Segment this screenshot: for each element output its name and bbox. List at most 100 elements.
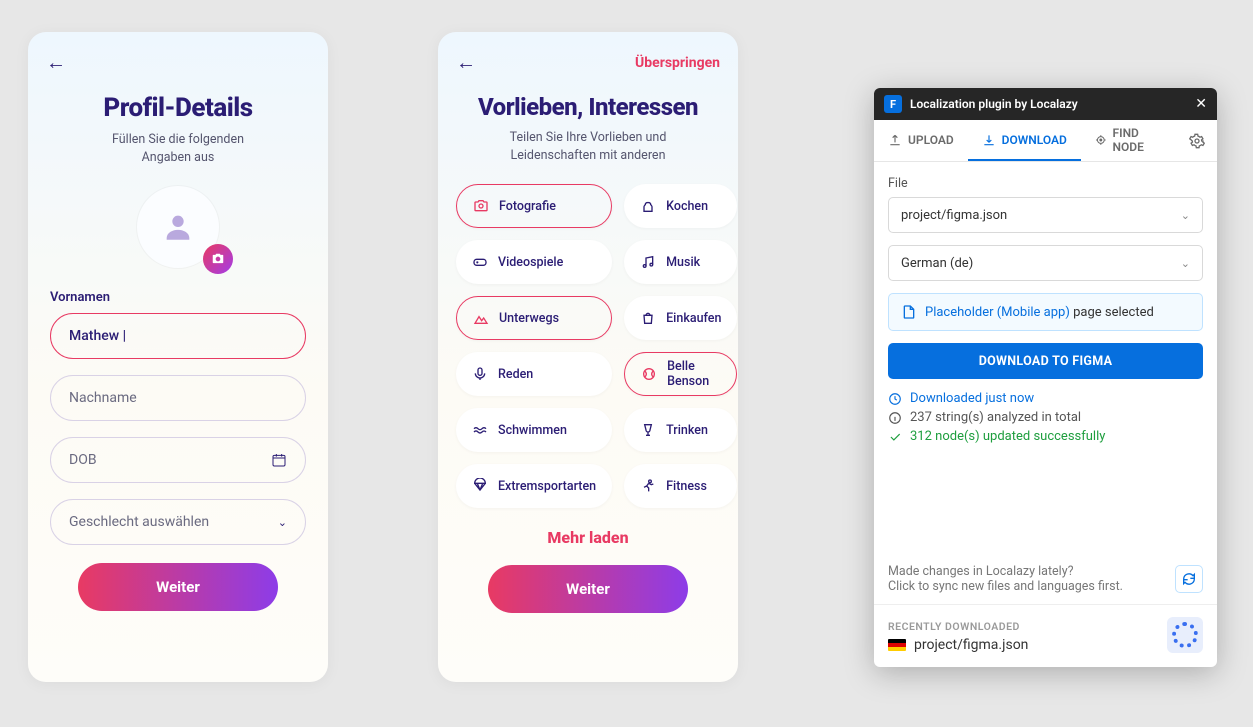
german-flag-icon bbox=[888, 639, 906, 651]
interest-chip[interactable]: Fotografie bbox=[456, 184, 612, 228]
tab-download-label: DOWNLOAD bbox=[1002, 133, 1067, 147]
close-icon[interactable]: ✕ bbox=[1195, 96, 1207, 112]
dob-input[interactable]: DOB bbox=[50, 437, 306, 483]
interest-chip-label: Belle Benson bbox=[667, 359, 720, 389]
interest-chip-label: Musik bbox=[666, 255, 700, 270]
calendar-icon bbox=[271, 452, 287, 468]
interest-chip[interactable]: Extremsportarten bbox=[456, 464, 612, 508]
interest-chip-label: Fotografie bbox=[499, 199, 556, 214]
chef-icon bbox=[640, 198, 656, 214]
music-icon bbox=[640, 254, 656, 270]
avatar-camera-button[interactable] bbox=[203, 244, 233, 274]
back-icon[interactable]: ← bbox=[46, 50, 66, 75]
gender-select[interactable]: Geschlecht auswählen ⌄ bbox=[50, 499, 306, 545]
hike-icon bbox=[473, 310, 489, 326]
interest-chip[interactable]: Kochen bbox=[624, 184, 737, 228]
tennis-icon bbox=[641, 366, 657, 382]
interest-chip[interactable]: Einkaufen bbox=[624, 296, 737, 340]
check-icon bbox=[888, 430, 902, 444]
chevron-down-icon: ⌄ bbox=[278, 516, 287, 529]
recent-file-name: project/figma.json bbox=[914, 637, 1028, 653]
recent-file-row[interactable]: project/figma.json bbox=[888, 637, 1028, 653]
status-analyzed-text: 237 string(s) analyzed in total bbox=[910, 410, 1081, 425]
plugin-tabs: UPLOAD DOWNLOAD FIND NODE bbox=[874, 120, 1217, 162]
page-selected-tail: page selected bbox=[1070, 305, 1154, 320]
interest-chip-label: Extremsportarten bbox=[498, 479, 596, 494]
tab-find-label: FIND NODE bbox=[1113, 126, 1163, 154]
first-name-value: Mathew bbox=[69, 328, 119, 344]
page-selected-name: Placeholder (Mobile app) bbox=[925, 305, 1070, 320]
interest-chip[interactable]: Musik bbox=[624, 240, 737, 284]
sync-button[interactable] bbox=[1175, 565, 1203, 593]
continue-button[interactable]: Weiter bbox=[78, 563, 278, 611]
page-title: Profil-Details bbox=[28, 93, 328, 123]
spinner-icon bbox=[1172, 622, 1198, 648]
sync-icon bbox=[1181, 571, 1197, 587]
continue-button[interactable]: Weiter bbox=[488, 565, 688, 613]
run-icon bbox=[640, 478, 656, 494]
status-downloaded: Downloaded just now bbox=[888, 391, 1203, 406]
tab-upload[interactable]: UPLOAD bbox=[874, 120, 968, 161]
interests-screen: ← Überspringen Vorlieben, Interessen Tei… bbox=[438, 32, 738, 682]
gender-placeholder: Geschlecht auswählen bbox=[69, 514, 209, 530]
upload-icon bbox=[888, 133, 902, 147]
first-name-label: Vornamen bbox=[50, 290, 306, 305]
interest-chip-label: Unterwegs bbox=[499, 311, 559, 326]
status-updated: 312 node(s) updated successfully bbox=[888, 429, 1203, 444]
target-icon bbox=[1095, 133, 1107, 147]
back-icon[interactable]: ← bbox=[456, 50, 476, 75]
interest-chip[interactable]: Schwimmen bbox=[456, 408, 612, 452]
tab-download[interactable]: DOWNLOAD bbox=[968, 120, 1081, 161]
settings-button[interactable] bbox=[1177, 120, 1217, 161]
info-icon bbox=[888, 411, 902, 425]
recent-label: RECENTLY DOWNLOADED bbox=[888, 620, 1028, 633]
chevron-down-icon: ⌄ bbox=[1181, 209, 1190, 222]
text-cursor: | bbox=[123, 328, 126, 344]
waves-icon bbox=[472, 422, 488, 438]
file-select[interactable]: project/figma.json ⌄ bbox=[888, 197, 1203, 233]
camera-icon bbox=[211, 252, 225, 266]
page-subtitle: Teilen Sie Ihre Vorlieben und Leidenscha… bbox=[438, 129, 738, 164]
plugin-title: Localization plugin by Localazy bbox=[910, 97, 1078, 111]
download-to-figma-button[interactable]: DOWNLOAD TO FIGMA bbox=[888, 343, 1203, 379]
interest-chip-label: Reden bbox=[498, 367, 533, 382]
dob-placeholder: DOB bbox=[69, 452, 97, 468]
page-title: Vorlieben, Interessen bbox=[438, 93, 738, 121]
load-more-link[interactable]: Mehr laden bbox=[438, 528, 738, 547]
interest-chip-label: Einkaufen bbox=[666, 311, 721, 326]
gamepad-icon bbox=[472, 254, 488, 270]
interest-chip[interactable]: Fitness bbox=[624, 464, 737, 508]
page-subtitle: Füllen Sie die folgenden Angaben aus bbox=[28, 131, 328, 166]
tab-find-node[interactable]: FIND NODE bbox=[1081, 120, 1177, 161]
status-analyzed: 237 string(s) analyzed in total bbox=[888, 410, 1203, 425]
status-downloaded-text: Downloaded just now bbox=[910, 391, 1034, 406]
last-name-input[interactable]: Nachname bbox=[50, 375, 306, 421]
interest-chip[interactable]: Belle Benson bbox=[624, 352, 737, 396]
glass-icon bbox=[640, 422, 656, 438]
interest-chip[interactable]: Reden bbox=[456, 352, 612, 396]
interest-chip-label: Fitness bbox=[666, 479, 707, 494]
language-select-value: German (de) bbox=[901, 256, 973, 271]
localazy-logo-icon: F bbox=[884, 95, 902, 113]
sync-prompt-line2: Click to sync new files and languages fi… bbox=[888, 579, 1123, 594]
interest-chip[interactable]: Unterwegs bbox=[456, 296, 612, 340]
interest-chip[interactable]: Trinken bbox=[624, 408, 737, 452]
file-select-value: project/figma.json bbox=[901, 208, 1007, 223]
first-name-input[interactable]: Mathew | bbox=[50, 313, 306, 359]
interest-chip[interactable]: Videospiele bbox=[456, 240, 612, 284]
skip-link[interactable]: Überspringen bbox=[635, 55, 720, 71]
chevron-down-icon: ⌄ bbox=[1181, 257, 1190, 270]
page-icon bbox=[901, 304, 917, 320]
gear-icon bbox=[1189, 133, 1205, 149]
parachute-icon bbox=[472, 478, 488, 494]
interest-chip-label: Kochen bbox=[666, 199, 708, 214]
interest-chip-label: Trinken bbox=[666, 423, 708, 438]
interest-chip-label: Schwimmen bbox=[498, 423, 567, 438]
bag-icon bbox=[640, 310, 656, 326]
language-select[interactable]: German (de) ⌄ bbox=[888, 245, 1203, 281]
mic-icon bbox=[472, 366, 488, 382]
sync-prompt-line1: Made changes in Localazy lately? bbox=[888, 564, 1123, 579]
status-updated-text: 312 node(s) updated successfully bbox=[910, 429, 1105, 444]
download-icon bbox=[982, 133, 996, 147]
person-icon bbox=[161, 210, 195, 244]
